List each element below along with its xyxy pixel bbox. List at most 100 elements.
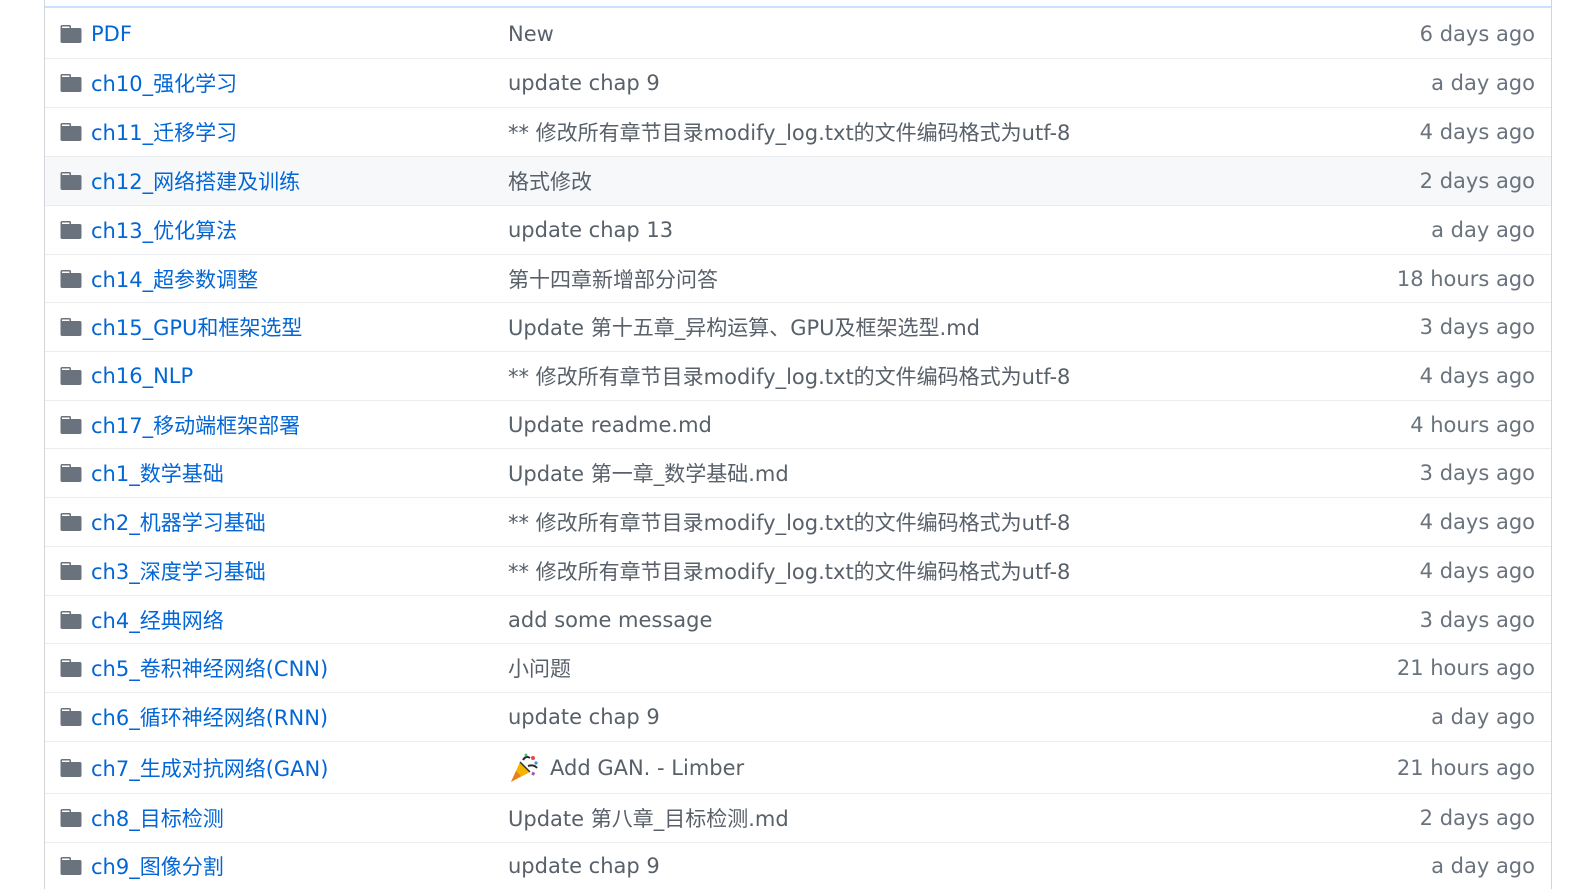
commit-message-link[interactable]: ** 修改所有章节目录modify_log.txt的文件编码格式为utf-8 [508,507,1070,537]
commit-age: a day ago [1431,71,1535,95]
commit-age: a day ago [1431,854,1535,878]
commit-message-link[interactable]: ** 修改所有章节目录modify_log.txt的文件编码格式为utf-8 [508,556,1070,586]
folder-link[interactable]: ch15_GPU和框架选型 [91,312,302,342]
folder-link[interactable]: ch13_优化算法 [91,215,237,245]
commit-age: 6 days ago [1419,22,1535,46]
commit-age: 4 days ago [1419,510,1535,534]
commit-message-text: New [508,22,554,46]
commit-message-link[interactable]: ** 修改所有章节目录modify_log.txt的文件编码格式为utf-8 [508,361,1070,391]
table-row[interactable]: ch17_移动端框架部署 Update readme.md 4 hours ag… [45,400,1551,448]
folder-link[interactable]: ch17_移动端框架部署 [91,410,300,440]
table-row[interactable]: ch4_经典网络 add some message 3 days ago [45,595,1551,643]
table-row[interactable]: ch6_循环神经网络(RNN) update chap 9 a day ago [45,692,1551,741]
folder-link[interactable]: ch10_强化学习 [91,68,237,98]
folder-icon [60,414,82,436]
folder-link[interactable]: ch14_超参数调整 [91,264,258,294]
file-list-table: PDF New 6 days ago ch10_强化学习 update chap… [44,0,1552,889]
party-popper-icon [508,752,540,784]
commit-message-text: Add GAN. - Limber [550,755,745,780]
commit-message-text: Update 第八章_目标检测.md [508,807,789,831]
commit-age: 4 days ago [1419,364,1535,388]
table-row[interactable]: ch2_机器学习基础 ** 修改所有章节目录modify_log.txt的文件编… [45,497,1551,546]
table-row[interactable]: ch9_图像分割 update chap 9 a day ago [45,842,1551,889]
folder-icon [60,855,82,877]
commit-message-link[interactable]: 小问题 [508,653,571,683]
table-row[interactable]: PDF New 6 days ago [45,10,1551,58]
commit-message-text: ** 修改所有章节目录modify_log.txt的文件编码格式为utf-8 [508,560,1071,584]
commit-message-text: Update 第十五章_异构运算、GPU及框架选型.md [508,316,980,340]
folder-icon [60,807,82,829]
folder-icon [60,23,82,45]
folder-link[interactable]: ch1_数学基础 [91,458,224,488]
folder-icon [60,365,82,387]
table-row[interactable]: ch16_NLP ** 修改所有章节目录modify_log.txt的文件编码格… [45,351,1551,400]
commit-age: 3 days ago [1419,315,1535,339]
folder-icon [60,121,82,143]
commit-message-text: Update 第一章_数学基础.md [508,462,789,486]
folder-link[interactable]: ch8_目标检测 [91,803,224,833]
table-row[interactable]: ch3_深度学习基础 ** 修改所有章节目录modify_log.txt的文件编… [45,546,1551,595]
table-row[interactable]: ch12_网络搭建及训练 格式修改 2 days ago [45,156,1551,205]
commit-age: 2 days ago [1419,169,1535,193]
folder-link[interactable]: ch9_图像分割 [91,851,224,881]
commit-message-text: Update readme.md [508,412,712,437]
folder-icon [60,560,82,582]
folder-icon [60,316,82,338]
commit-message-link[interactable]: add some message [508,608,712,632]
folder-icon [60,511,82,533]
commit-message-link[interactable]: Add GAN. - Limber [508,752,744,784]
folder-link[interactable]: ch3_深度学习基础 [91,556,266,586]
folder-link[interactable]: ch5_卷积神经网络(CNN) [91,653,328,683]
commit-message-link[interactable]: update chap 9 [508,705,660,729]
commit-message-text: 小问题 [508,657,571,681]
folder-link[interactable]: ch11_迁移学习 [91,117,237,147]
commit-message-link[interactable]: New [508,22,554,46]
table-row[interactable]: ch15_GPU和框架选型 Update 第十五章_异构运算、GPU及框架选型.… [45,302,1551,351]
commit-age: 21 hours ago [1396,656,1535,680]
folder-link[interactable]: ch12_网络搭建及训练 [91,166,300,196]
commit-message-link[interactable]: Update 第一章_数学基础.md [508,458,789,488]
folder-link[interactable]: ch7_生成对抗网络(GAN) [91,753,328,783]
table-row[interactable]: ch1_数学基础 Update 第一章_数学基础.md 3 days ago [45,448,1551,497]
table-row[interactable]: ch11_迁移学习 ** 修改所有章节目录modify_log.txt的文件编码… [45,107,1551,156]
folder-icon [60,706,82,728]
commit-message-text: update chap 9 [508,71,660,95]
folder-link[interactable]: ch4_经典网络 [91,605,224,635]
folder-link[interactable]: PDF [91,22,132,46]
table-row[interactable]: ch5_卷积神经网络(CNN) 小问题 21 hours ago [45,643,1551,692]
commit-message-text: ** 修改所有章节目录modify_log.txt的文件编码格式为utf-8 [508,511,1071,535]
commit-message-text: ** 修改所有章节目录modify_log.txt的文件编码格式为utf-8 [508,365,1071,389]
commit-message-link[interactable]: Update 第八章_目标检测.md [508,803,789,833]
table-row[interactable]: ch8_目标检测 Update 第八章_目标检测.md 2 days ago [45,793,1551,842]
commit-message-text: ** 修改所有章节目录modify_log.txt的文件编码格式为utf-8 [508,121,1071,145]
commit-age: 3 days ago [1419,607,1535,632]
commit-message-link[interactable]: update chap 9 [508,71,660,95]
commit-message-text: add some message [508,607,713,632]
table-row[interactable]: ch10_强化学习 update chap 9 a day ago [45,58,1551,107]
commit-message-link[interactable]: ** 修改所有章节目录modify_log.txt的文件编码格式为utf-8 [508,117,1070,147]
commit-message-text: update chap 13 [508,218,674,242]
folder-link[interactable]: ch2_机器学习基础 [91,507,266,537]
commit-message-link[interactable]: Update readme.md [508,413,712,437]
commit-message-link[interactable]: 格式修改 [508,166,592,196]
folder-icon [60,72,82,94]
folder-link[interactable]: ch6_循环神经网络(RNN) [91,702,328,732]
commit-message-link[interactable]: update chap 9 [508,854,660,878]
commit-message-text: 格式修改 [508,170,592,194]
table-row[interactable]: ch14_超参数调整 第十四章新增部分问答 18 hours ago [45,254,1551,302]
folder-icon [60,219,82,241]
commit-age: a day ago [1431,705,1535,729]
folder-link[interactable]: ch16_NLP [91,364,193,388]
folder-icon [60,170,82,192]
folder-icon [60,757,82,779]
commit-age: 4 hours ago [1410,412,1535,437]
commit-message-link[interactable]: 第十四章新增部分问答 [508,264,718,294]
commit-message-link[interactable]: Update 第十五章_异构运算、GPU及框架选型.md [508,312,980,342]
commit-age: 3 days ago [1419,461,1535,485]
commit-message-link[interactable]: update chap 13 [508,218,673,242]
table-row[interactable]: ch13_优化算法 update chap 13 a day ago [45,205,1551,254]
commit-message-text: 第十四章新增部分问答 [508,267,718,292]
table-row[interactable]: ch7_生成对抗网络(GAN) Add GAN. - Limber 21 hou… [45,741,1551,793]
commit-age: a day ago [1431,218,1535,242]
commit-age: 4 days ago [1419,559,1535,583]
